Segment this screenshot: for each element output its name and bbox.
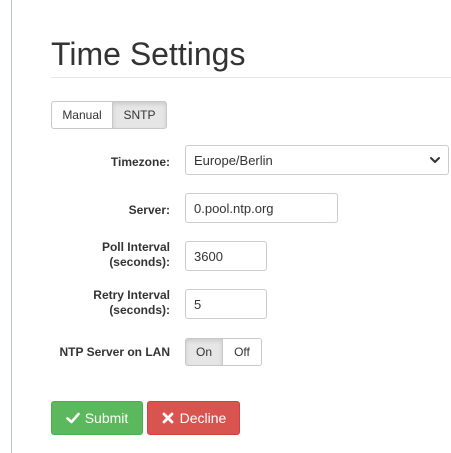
server-input[interactable]: 0.pool.ntp.org — [185, 193, 338, 223]
retry-interval-label-line2: (seconds): — [109, 303, 170, 317]
ntp-lan-on-button[interactable]: On — [185, 338, 223, 366]
x-icon — [162, 412, 174, 424]
ntp-lan-off-button[interactable]: Off — [223, 338, 262, 366]
ntp-lan-toggle-group: On Off — [185, 338, 262, 366]
page-title: Time Settings — [51, 36, 246, 72]
retry-interval-input[interactable]: 5 — [185, 289, 267, 319]
panel-left-border — [11, 0, 12, 453]
retry-interval-label-line1: Retry Interval — [93, 288, 170, 302]
decline-button[interactable]: Decline — [147, 401, 240, 435]
mode-manual-button[interactable]: Manual — [51, 101, 113, 129]
poll-interval-label: Poll Interval (seconds): — [102, 240, 170, 270]
poll-interval-input[interactable]: 3600 — [185, 241, 267, 271]
mode-sntp-button[interactable]: SNTP — [113, 101, 167, 129]
chevron-down-icon — [430, 157, 440, 163]
timezone-label: Timezone: — [110, 155, 170, 169]
ntp-server-lan-label: NTP Server on LAN — [59, 345, 170, 359]
submit-label: Submit — [84, 410, 129, 426]
timezone-select[interactable]: Europe/Berlin — [185, 145, 449, 175]
submit-button[interactable]: Submit — [51, 401, 143, 435]
server-label: Server: — [128, 203, 170, 217]
title-divider — [51, 77, 451, 78]
poll-interval-label-line1: Poll Interval — [101, 240, 170, 254]
retry-interval-label: Retry Interval (seconds): — [93, 288, 170, 318]
decline-label: Decline — [179, 410, 227, 426]
timezone-value: Europe/Berlin — [194, 152, 273, 168]
check-icon — [65, 412, 80, 424]
mode-toggle-group: Manual SNTP — [51, 101, 167, 129]
poll-interval-label-line2: (seconds): — [109, 255, 170, 269]
